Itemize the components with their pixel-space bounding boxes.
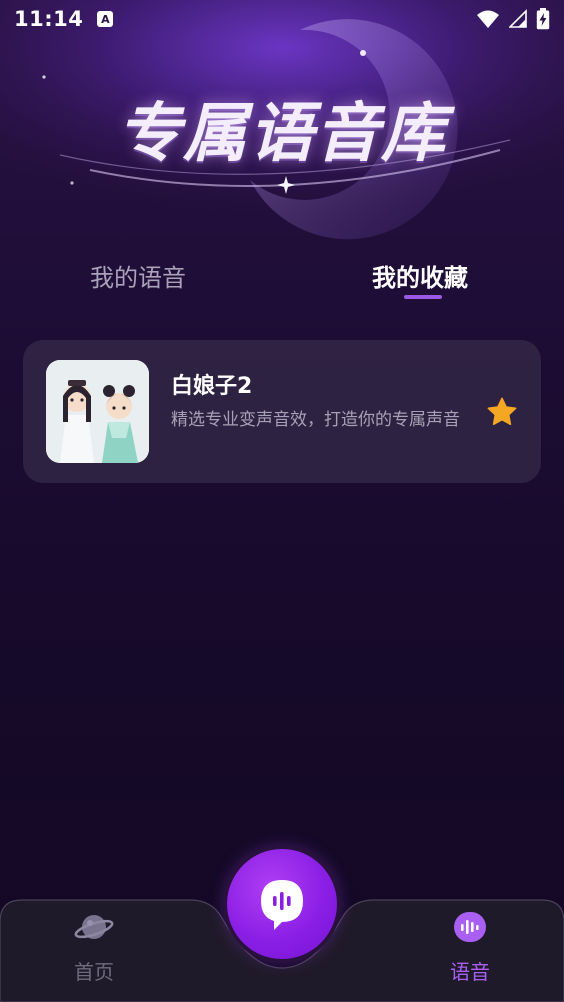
wifi-icon [477,10,499,28]
speech-bubble-icon [261,880,303,930]
tab-my-favorites[interactable]: 我的收藏 [372,258,468,293]
tab-bar: 我的语音 我的收藏 [0,250,564,310]
voice-thumbnail-illustration [46,360,149,463]
status-left: 11:14 A [14,7,114,31]
nav-home-label: 首页 [74,960,114,984]
active-tab-indicator [404,295,442,299]
voice-thumbnail [46,360,149,463]
planet-icon [74,915,114,939]
status-app-icon: A [97,11,114,27]
center-voice-button[interactable] [227,849,337,959]
signal-icon [509,9,527,28]
voice-wave-icon [454,912,486,942]
status-right [476,8,550,30]
tab-my-voice[interactable]: 我的语音 [90,258,186,293]
battery-charging-icon [536,8,550,30]
nav-voice-label: 语音 [450,960,490,984]
nav-home[interactable]: 首页 [34,910,154,985]
favorite-voice-card[interactable]: 白娘子2 精选专业变声音效，打造你的专属声音 [23,340,541,483]
nav-voice[interactable]: 语音 [410,910,530,985]
star-icon[interactable] [486,396,518,428]
status-time: 11:14 [14,7,84,31]
banner-title: 专属语音库 [117,96,447,171]
status-bar: 11:14 A [0,0,564,38]
voice-title: 白娘子2 [171,374,253,399]
voice-description: 精选专业变声音效，打造你的专属声音 [171,410,460,430]
